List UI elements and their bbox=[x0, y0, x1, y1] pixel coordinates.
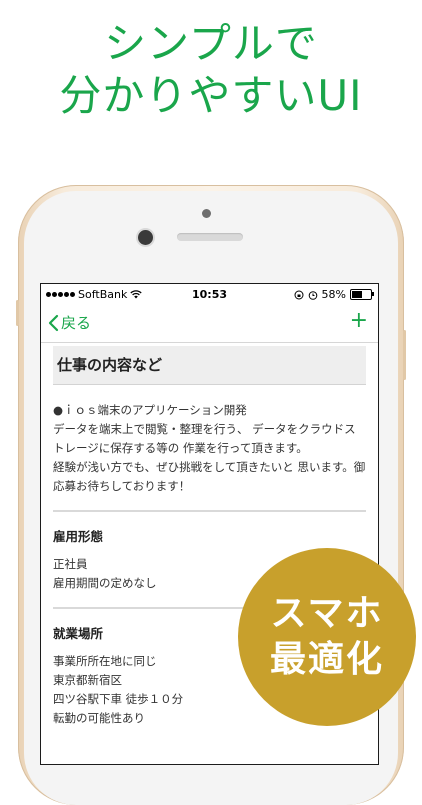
earpiece-speaker bbox=[177, 233, 243, 241]
job-description: ●ｉｏｓ端末のアプリケーション開発 データを端末上で閲覧・整理を行う、 データを… bbox=[53, 401, 366, 496]
alarm-icon bbox=[308, 290, 317, 300]
smartphone-optimized-badge: スマホ 最適化 bbox=[238, 548, 416, 726]
nav-bar: 戻る + bbox=[41, 304, 378, 343]
description-line-1: ●ｉｏｓ端末のアプリケーション開発 bbox=[53, 403, 247, 417]
badge-line-1: スマホ bbox=[270, 593, 384, 634]
divider bbox=[53, 510, 366, 512]
description-line-3: 経験が浅い方でも、ぜひ挑戦をして頂きたいと 思います。御応募お待ちしております！ bbox=[53, 460, 366, 493]
rotation-lock-icon bbox=[294, 290, 304, 299]
employment-title: 雇用形態 bbox=[53, 529, 104, 544]
headline-line-2: 分かりやすいUI bbox=[59, 71, 363, 120]
front-camera bbox=[138, 230, 153, 245]
side-button-left bbox=[16, 300, 19, 326]
description-line-2: データを端末上で閲覧・整理を行う、 データをクラウドストレージに保存する等の 作… bbox=[53, 422, 356, 455]
badge-line-2: 最適化 bbox=[269, 639, 384, 680]
chevron-left-icon bbox=[48, 314, 59, 331]
back-button-label: 戻る bbox=[61, 314, 92, 332]
side-button-right bbox=[403, 330, 406, 380]
battery-icon bbox=[350, 289, 374, 300]
battery-fill bbox=[352, 291, 363, 298]
back-button[interactable]: 戻る bbox=[47, 312, 91, 333]
section-title: 仕事の内容など bbox=[53, 346, 366, 385]
status-bar: SoftBank 10:53 58% bbox=[41, 284, 378, 304]
proximity-sensor bbox=[202, 209, 211, 218]
headline: シンプルで 分かりやすいUI bbox=[0, 18, 422, 122]
battery-percent: 58% bbox=[321, 288, 346, 301]
add-button[interactable]: + bbox=[350, 308, 368, 333]
status-right: 58% bbox=[294, 288, 374, 301]
headline-line-1: シンプルで bbox=[104, 19, 318, 68]
